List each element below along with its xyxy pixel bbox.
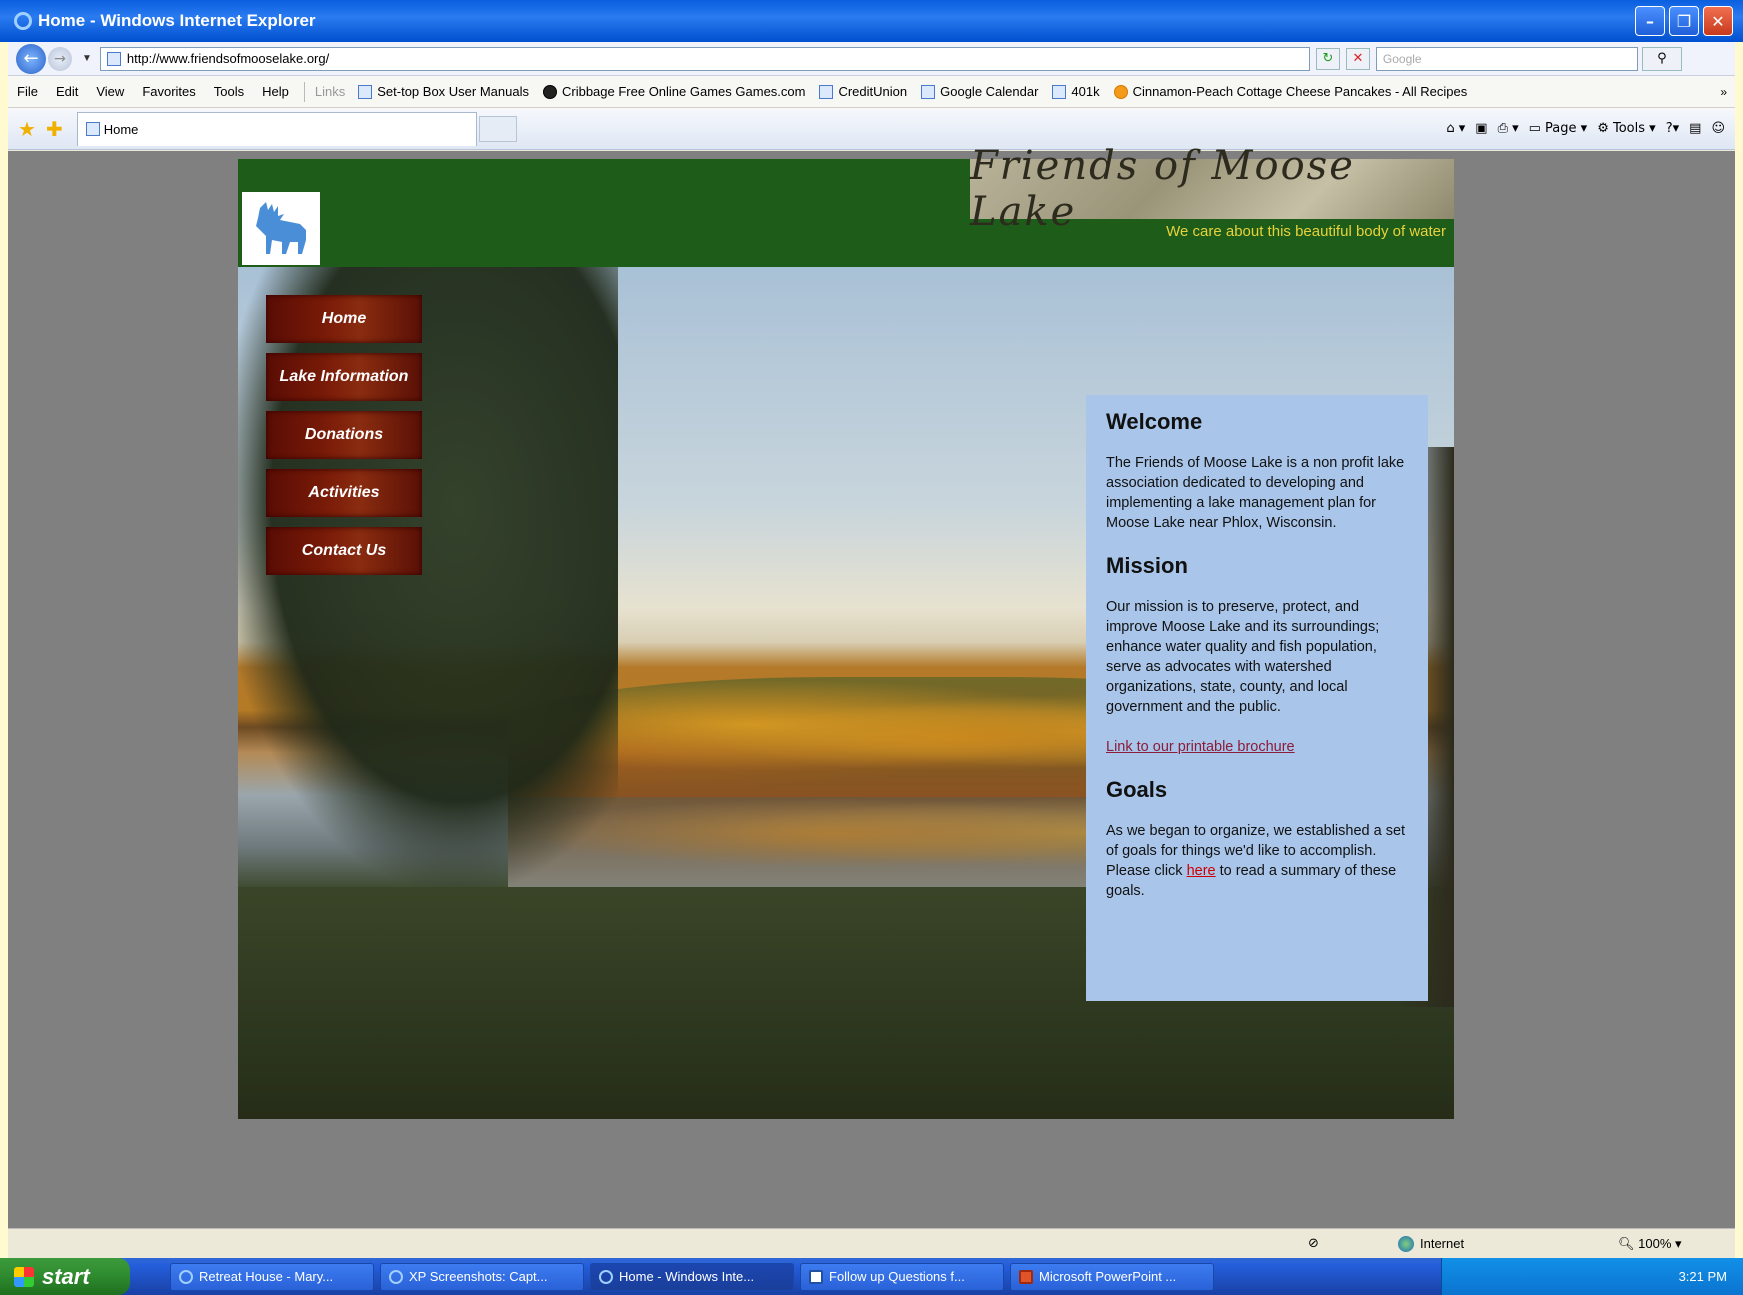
status-bar: ⊘ Internet 🔍︎ 100% ▾ <box>8 1228 1735 1258</box>
welcome-heading: Welcome <box>1106 409 1203 434</box>
link-item[interactable]: Google Calendar <box>914 84 1045 99</box>
link-item[interactable]: Cribbage Free Online Games Games.com <box>536 84 812 99</box>
tab-page-icon <box>85 122 100 136</box>
mission-text: Our mission is to preserve, protect, and… <box>1106 599 1380 715</box>
windows-logo-icon <box>14 1266 34 1287</box>
tab-row: ★ ✚ Home ⌂ ▾ ▣ ⎙ ▾ ▭ Page ▾ ⚙ Tools ▾ ?▾… <box>8 108 1735 150</box>
taskbar: start Retreat House - Mary... XP Screens… <box>0 1258 1743 1295</box>
link-item[interactable]: Cinnamon-Peach Cottage Cheese Pancakes -… <box>1107 84 1475 99</box>
taskbar-item[interactable]: Follow up Questions f... <box>800 1262 1004 1291</box>
address-url: http://www.friendsofmooselake.org/ <box>126 51 330 66</box>
powerpoint-icon <box>1019 1269 1033 1284</box>
website: Friends of Moose Lake We care about this… <box>238 143 1454 1119</box>
print-icon[interactable]: ⎙ ▾ <box>1498 121 1519 136</box>
site-tagline: We care about this beautiful body of wat… <box>1166 223 1446 240</box>
taskbar-item[interactable]: Retreat House - Mary... <box>170 1262 374 1291</box>
link-item[interactable]: CreditUnion <box>812 84 914 99</box>
refresh-icon[interactable]: ↻ <box>1315 47 1340 70</box>
word-icon <box>809 1269 823 1284</box>
browser-viewport: Friends of Moose Lake We care about this… <box>8 143 1735 1228</box>
tab-label: Home <box>103 121 139 137</box>
menu-tools[interactable]: Tools <box>205 84 253 99</box>
menu-help[interactable]: Help <box>253 84 298 99</box>
welcome-text: The Friends of Moose Lake is a non profi… <box>1106 455 1405 531</box>
new-tab-button[interactable] <box>478 115 517 142</box>
ie-page-icon <box>819 84 834 99</box>
goals-heading: Goals <box>1106 777 1168 802</box>
tools-menu[interactable]: ⚙ Tools ▾ <box>1597 121 1656 136</box>
maximize-button[interactable]: ❐ <box>1669 6 1699 36</box>
taskbar-item[interactable]: XP Screenshots: Capt... <box>380 1262 584 1291</box>
ie-icon <box>389 1269 403 1284</box>
forward-button[interactable]: → <box>48 46 72 71</box>
divider <box>303 81 305 102</box>
nav-lake-information[interactable]: Lake Information <box>266 353 422 401</box>
ie-page-icon <box>358 84 373 99</box>
security-zone[interactable]: Internet <box>1398 1235 1464 1252</box>
links-label: Links <box>314 84 346 99</box>
address-input[interactable]: http://www.friendsofmooselake.org/ <box>99 46 1310 71</box>
ie-logo-icon <box>14 12 32 30</box>
menu-file[interactable]: File <box>8 84 47 99</box>
moose-icon <box>256 201 306 254</box>
tab-home[interactable]: Home <box>76 111 477 146</box>
ie-page-icon <box>921 84 936 99</box>
ie-page-icon <box>1052 84 1067 99</box>
minimize-button[interactable]: – <box>1635 6 1665 36</box>
stop-icon[interactable]: ✕ <box>1345 47 1370 70</box>
close-button[interactable]: ✕ <box>1703 6 1733 36</box>
home-icon[interactable]: ⌂ ▾ <box>1446 121 1465 136</box>
messenger-icon[interactable]: ☺ <box>1711 121 1725 136</box>
globe-icon <box>1398 1235 1414 1252</box>
add-favorite-icon[interactable]: ✚ <box>46 117 63 141</box>
taskbar-item-active[interactable]: Home - Windows Inte... <box>590 1262 794 1291</box>
system-tray: 3:21 PM <box>1441 1258 1743 1295</box>
research-icon[interactable]: ▤ <box>1689 121 1701 136</box>
menu-favorites[interactable]: Favorites <box>133 84 204 99</box>
site-nav: Home Lake Information Donations Activiti… <box>266 295 422 585</box>
allrecipes-icon <box>1113 84 1128 99</box>
window-title: Home - Windows Internet Explorer <box>38 11 316 30</box>
info-panel: Welcome The Friends of Moose Lake is a n… <box>1086 395 1428 1001</box>
search-input[interactable]: Google <box>1375 46 1638 71</box>
feeds-icon[interactable]: ▣ <box>1475 121 1487 136</box>
page-icon <box>106 51 121 66</box>
page-menu[interactable]: ▭ Page ▾ <box>1529 121 1588 136</box>
address-bar-row: ← → ▼ http://www.friendsofmooselake.org/… <box>8 42 1735 76</box>
taskbar-item[interactable]: Microsoft PowerPoint ... <box>1010 1262 1214 1291</box>
zoom-level[interactable]: 🔍︎ 100% ▾ <box>1618 1236 1682 1252</box>
ie-icon <box>179 1269 193 1284</box>
nav-contact-us[interactable]: Contact Us <box>266 527 422 575</box>
link-item[interactable]: Set-top Box User Manuals <box>351 84 536 99</box>
popup-blocker-icon[interactable]: ⊘ <box>1308 1236 1319 1251</box>
history-dropdown-icon[interactable]: ▼ <box>82 53 92 64</box>
site-title: Friends of Moose Lake <box>970 143 1454 235</box>
ie-icon <box>599 1269 613 1284</box>
back-button[interactable]: ← <box>16 43 46 74</box>
mission-heading: Mission <box>1106 553 1188 578</box>
lake-photo: Home Lake Information Donations Activiti… <box>238 267 1454 1119</box>
moose-logo[interactable] <box>242 192 320 265</box>
menu-view[interactable]: View <box>87 84 133 99</box>
nav-activities[interactable]: Activities <box>266 469 422 517</box>
command-bar: ⌂ ▾ ▣ ⎙ ▾ ▭ Page ▾ ⚙ Tools ▾ ?▾ ▤ ☺ <box>1446 121 1725 136</box>
search-icon[interactable]: ⚲ <box>1641 46 1682 71</box>
cribbage-icon <box>542 84 557 99</box>
brochure-link[interactable]: Link to our printable brochure <box>1106 739 1295 755</box>
help-icon[interactable]: ?▾ <box>1666 121 1679 136</box>
nav-home[interactable]: Home <box>266 295 422 343</box>
start-button[interactable]: start <box>0 1258 130 1295</box>
clock[interactable]: 3:21 PM <box>1679 1269 1727 1284</box>
menu-edit[interactable]: Edit <box>47 84 87 99</box>
goals-text: As we began to organize, we established … <box>1106 823 1406 899</box>
menu-links-bar: File Edit View Favorites Tools Help Link… <box>8 76 1735 108</box>
nav-donations[interactable]: Donations <box>266 411 422 459</box>
goals-here-link[interactable]: here <box>1187 863 1216 879</box>
title-bar: Home - Windows Internet Explorer – ❐ ✕ <box>0 0 1743 42</box>
site-header: Friends of Moose Lake We care about this… <box>238 143 1454 267</box>
link-item[interactable]: 401k <box>1045 84 1106 99</box>
favorites-star-icon[interactable]: ★ <box>18 117 36 141</box>
more-links-chevron-icon[interactable]: » <box>1720 85 1727 99</box>
